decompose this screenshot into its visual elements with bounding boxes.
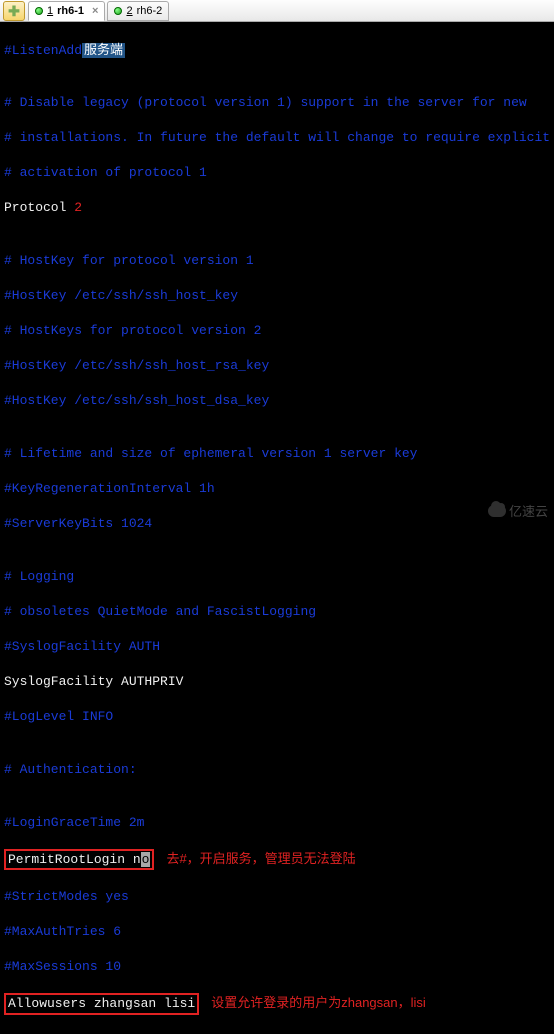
status-dot-icon (35, 7, 43, 15)
config-line: # obsoletes QuietMode and FascistLogging (4, 603, 550, 621)
tab-index: 2 (126, 5, 132, 17)
tab-index: 1 (47, 5, 53, 17)
config-line: # Disable legacy (protocol version 1) su… (4, 94, 550, 112)
config-line: #StrictModes yes (4, 888, 550, 906)
tab-rh6-2[interactable]: 2 rh6-2 (107, 1, 169, 21)
tab-rh6-1[interactable]: 1 rh6-1 × (28, 1, 105, 21)
permit-root-login-box: PermitRootLogin no (4, 849, 154, 871)
config-line: #SyslogFacility AUTH (4, 638, 550, 656)
config-line: #LoginGraceTime 2m (4, 814, 550, 832)
config-line: #LogLevel INFO (4, 708, 550, 726)
close-icon[interactable]: × (92, 5, 98, 17)
config-line: #MaxSessions 10 (4, 958, 550, 976)
watermark-logo: 亿速云 (488, 501, 548, 520)
config-line: #HostKey /etc/ssh/ssh_host_key (4, 287, 550, 305)
tab-bar: ✚ 1 rh6-1 × 2 rh6-2 (0, 0, 554, 22)
config-protocol-key: Protocol (4, 200, 74, 215)
add-tab-button[interactable]: ✚ (3, 1, 25, 21)
cloud-icon (488, 505, 506, 517)
status-dot-icon (114, 7, 122, 15)
config-line: #KeyRegenerationInterval 1h (4, 480, 550, 498)
annotation-allow-users: 设置允许登录的用户为zhangsan，lisi (211, 994, 426, 1012)
config-line: # installations. In future the default w… (4, 129, 550, 147)
annotation-permit-root: 去#，开启服务，管理员无法登陆 (166, 850, 355, 868)
terminal-output[interactable]: #ListenAdd服务端 # Disable legacy (protocol… (0, 22, 554, 1034)
config-protocol-value: 2 (74, 200, 82, 215)
watermark-text: 亿速云 (509, 501, 548, 520)
config-line: #ServerKeyBits 1024 (4, 515, 550, 533)
allow-users-box: Allowusers zhangsan lisi (4, 993, 199, 1015)
annotation-server-side: 服务端 (82, 43, 125, 58)
config-line: # Logging (4, 568, 550, 586)
tab-label: rh6-2 (137, 5, 163, 17)
config-line: # HostKey for protocol version 1 (4, 252, 550, 270)
config-line: #HostKey /etc/ssh/ssh_host_dsa_key (4, 392, 550, 410)
config-line: # Lifetime and size of ephemeral version… (4, 445, 550, 463)
config-line: #HostKey /etc/ssh/ssh_host_rsa_key (4, 357, 550, 375)
config-line: # HostKeys for protocol version 2 (4, 322, 550, 340)
config-syslog-facility: SyslogFacility AUTHPRIV (4, 673, 550, 691)
config-line: #MaxAuthTries 6 (4, 923, 550, 941)
config-line: #ListenAdd (4, 43, 82, 58)
tab-label: rh6-1 (57, 5, 84, 17)
plus-icon: ✚ (8, 4, 20, 18)
config-line: # activation of protocol 1 (4, 164, 550, 182)
config-line: # Authentication: (4, 761, 550, 779)
